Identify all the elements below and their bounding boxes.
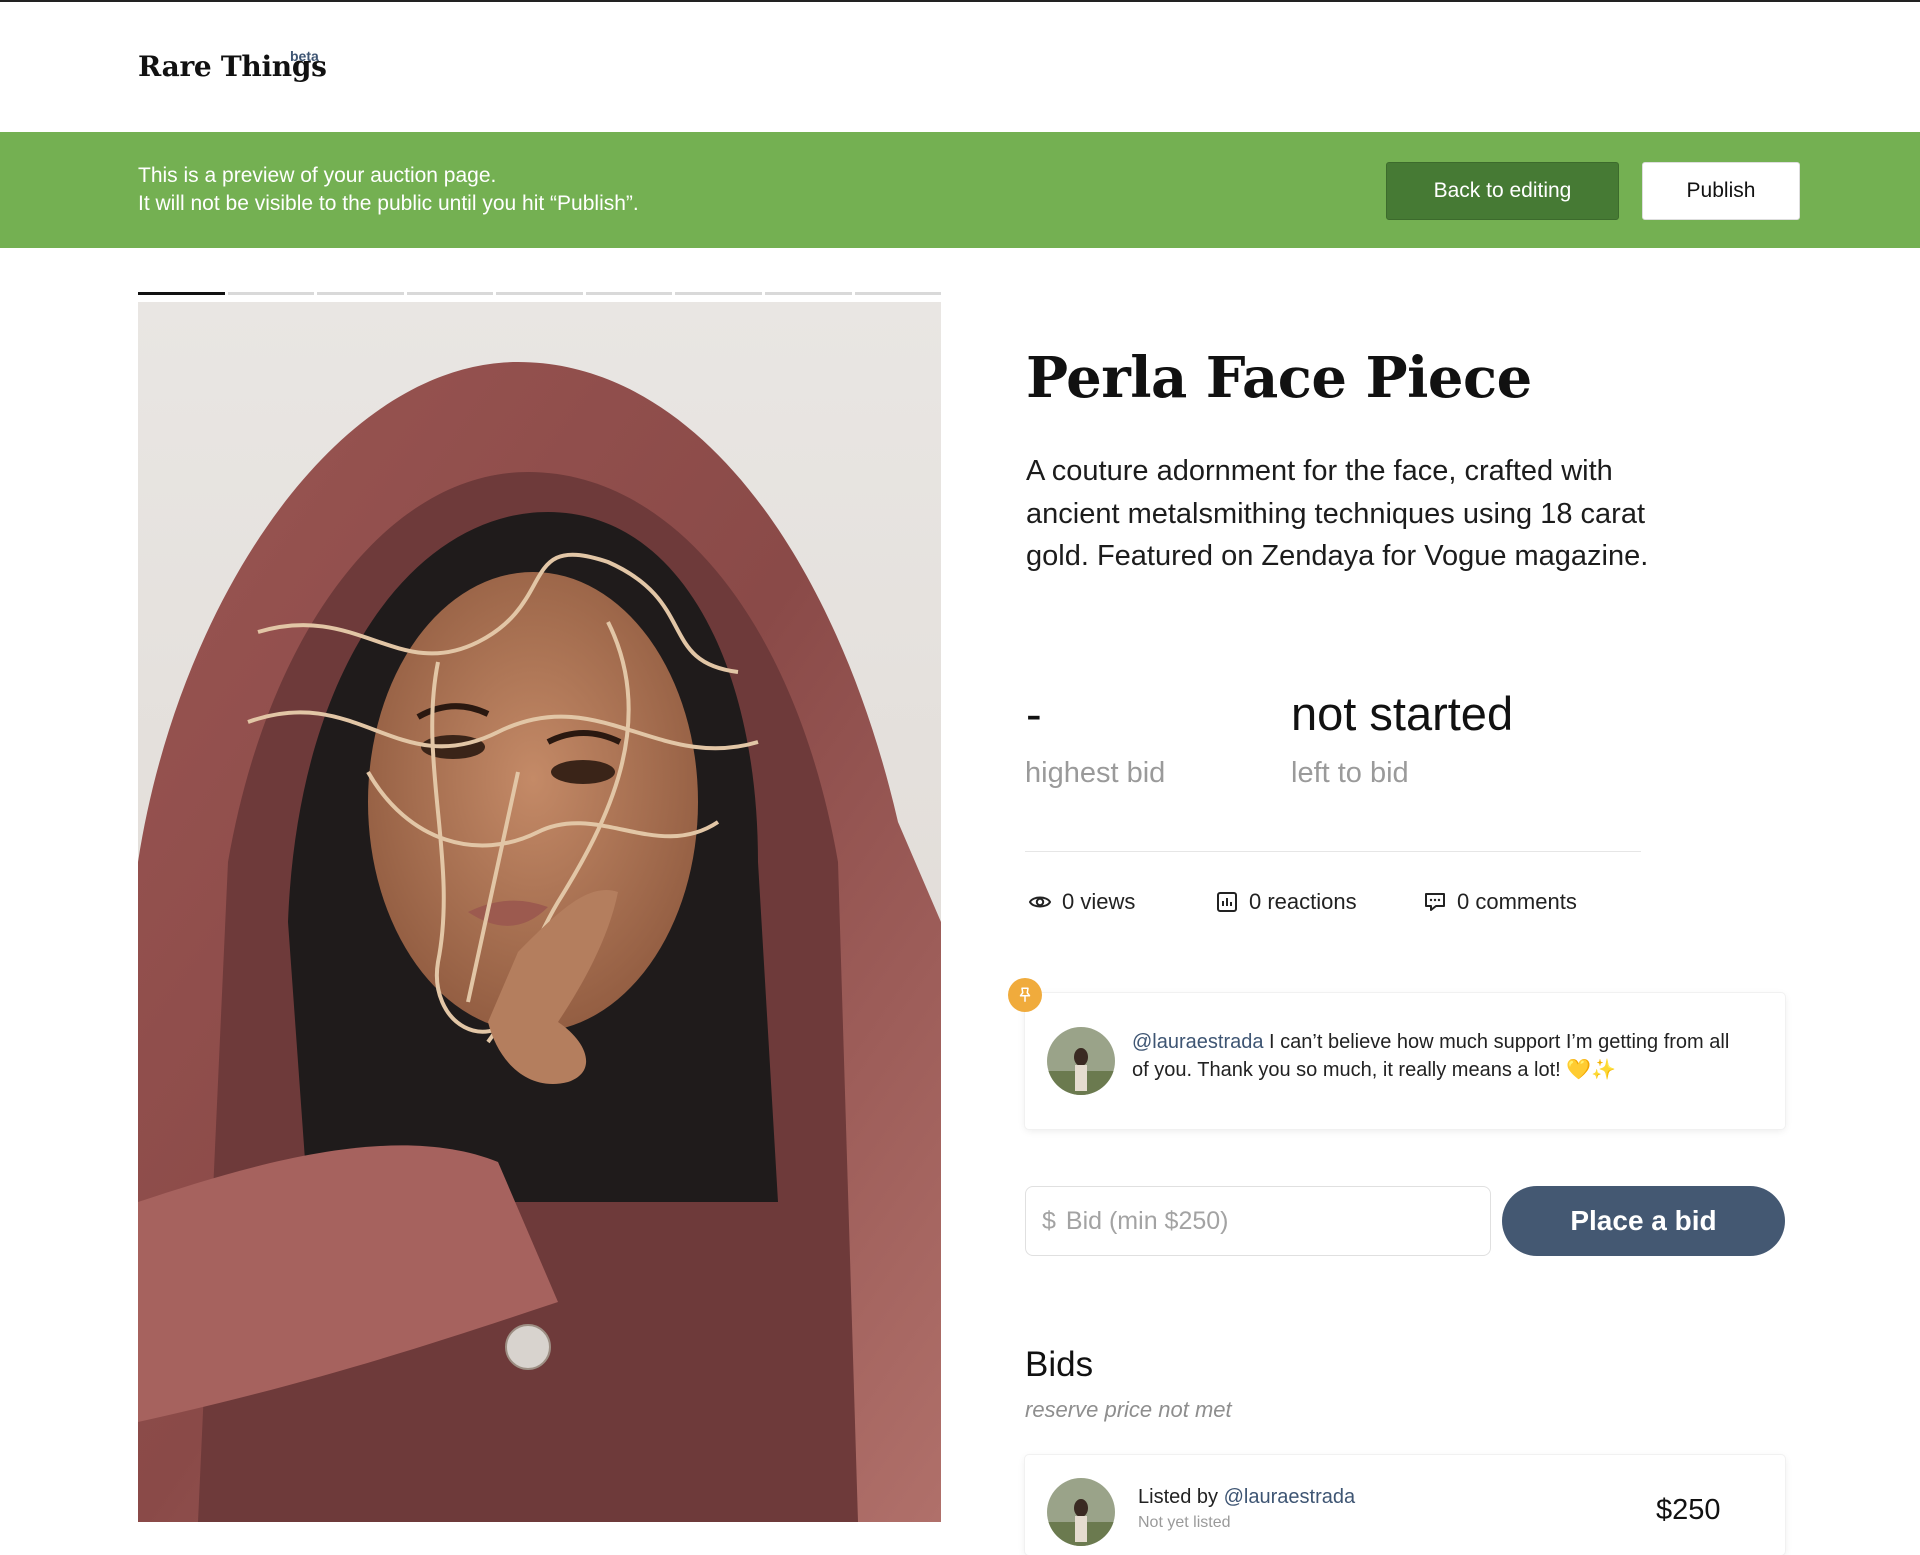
bid-entry-subtext: Not yet listed [1138, 1514, 1231, 1531]
back-to-editing-button[interactable]: Back to editing [1386, 162, 1619, 220]
bid-entry-amount: $250 [1656, 1494, 1721, 1526]
currency-symbol: $ [1042, 1206, 1056, 1235]
time-left-label: left to bid [1291, 757, 1409, 789]
gallery-tick[interactable] [496, 292, 583, 295]
top-rule [0, 0, 1920, 2]
comments-count[interactable]: 0 comments [1423, 889, 1577, 915]
gallery-tick[interactable] [764, 292, 852, 295]
bid-input-wrapper[interactable]: $ [1025, 1186, 1491, 1256]
product-photo-illustration [138, 302, 941, 1522]
gallery-tick[interactable] [138, 292, 225, 295]
preview-banner [0, 132, 1920, 248]
gallery-tick[interactable] [317, 292, 404, 295]
pinned-comment-text: @lauraestrada I can’t believe how much s… [1132, 1028, 1732, 1084]
publish-button[interactable]: Publish [1642, 162, 1800, 220]
reactions-label: 0 reactions [1249, 889, 1357, 914]
highest-bid-label: highest bid [1025, 757, 1166, 789]
gallery-progress [138, 292, 942, 295]
comment-author-handle[interactable]: @lauraestrada [1132, 1031, 1263, 1053]
reserve-status: reserve price not met [1025, 1397, 1232, 1422]
bid-entry-author: Listed by @lauraestrada [1138, 1486, 1355, 1509]
views-count: 0 views [1028, 889, 1135, 915]
eye-icon [1028, 890, 1052, 914]
gallery-tick[interactable] [585, 292, 673, 295]
item-title: Perla Face Piece [1026, 345, 1532, 411]
time-left-value: not started [1291, 687, 1514, 740]
product-photo[interactable] [138, 302, 941, 1522]
avatar[interactable] [1047, 1027, 1115, 1095]
stats-divider [1025, 851, 1641, 852]
beta-badge: beta [290, 48, 319, 64]
banner-message-line-1: This is a preview of your auction page. [138, 164, 497, 187]
comment-bubble-icon [1423, 890, 1447, 914]
gallery-tick[interactable] [675, 292, 762, 295]
item-description: A couture adornment for the face, crafte… [1026, 455, 1649, 572]
bid-amount-input[interactable] [1065, 1206, 1466, 1236]
bidder-avatar[interactable] [1047, 1478, 1115, 1546]
bid-entry-handle[interactable]: @lauraestrada [1224, 1486, 1355, 1508]
gallery-tick[interactable] [406, 292, 494, 295]
listed-by-prefix: Listed by [1138, 1486, 1224, 1508]
banner-message-line-2: It will not be visible to the public unt… [138, 192, 639, 215]
views-label: 0 views [1062, 889, 1136, 914]
highest-bid-value: - [1026, 687, 1042, 740]
pin-icon [1008, 978, 1042, 1012]
gallery-tick[interactable] [854, 292, 942, 295]
comments-label: 0 comments [1457, 889, 1577, 914]
gallery-tick[interactable] [227, 292, 315, 295]
place-bid-button[interactable]: Place a bid [1502, 1186, 1785, 1256]
bar-chart-icon [1215, 890, 1239, 914]
reactions-count[interactable]: 0 reactions [1215, 889, 1357, 915]
bids-heading: Bids [1025, 1345, 1094, 1384]
